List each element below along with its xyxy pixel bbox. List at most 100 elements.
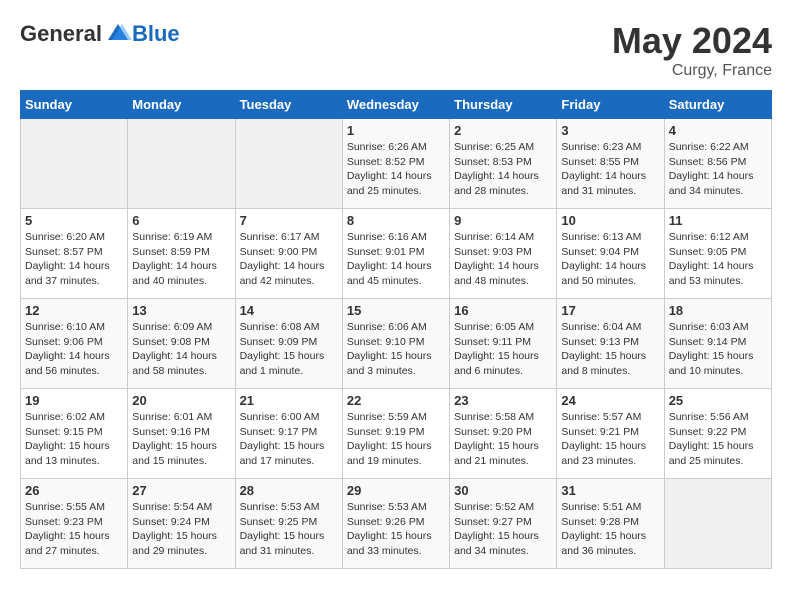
calendar-cell: 17 Sunrise: 6:04 AM Sunset: 9:13 PM Dayli…: [557, 299, 664, 389]
calendar-cell: 23 Sunrise: 5:58 AM Sunset: 9:20 PM Dayli…: [450, 389, 557, 479]
day-number: 13: [132, 303, 230, 318]
month-title: May 2024: [612, 20, 772, 62]
day-info: Sunrise: 6:00 AM Sunset: 9:17 PM Dayligh…: [240, 410, 338, 469]
day-number: 17: [561, 303, 659, 318]
calendar-cell: 7Sunrise: 6:17 AM Sunset: 9:00 PM Daylig…: [235, 209, 342, 299]
day-number: 9: [454, 213, 552, 228]
calendar-cell: [128, 119, 235, 209]
day-number: 12: [25, 303, 123, 318]
calendar-week-row: 1 Sunrise: 6:26 AM Sunset: 8:52 PM Daylig…: [21, 119, 772, 209]
calendar-cell: 4 Sunrise: 6:22 AM Sunset: 8:56 PM Daylig…: [664, 119, 771, 209]
calendar-cell: 9 Sunrise: 6:14 AM Sunset: 9:03 PM Daylig…: [450, 209, 557, 299]
logo: General Blue: [20, 20, 180, 48]
logo-icon: [104, 20, 132, 48]
page-header: General Blue May 2024 Curgy, France: [20, 20, 772, 80]
day-info: Sunrise: 6:19 AM Sunset: 8:59 PM Dayligh…: [132, 230, 230, 289]
day-info: Sunrise: 6:05 AM Sunset: 9:11 PM Dayligh…: [454, 320, 552, 379]
calendar-cell: 6 Sunrise: 6:19 AM Sunset: 8:59 PM Daylig…: [128, 209, 235, 299]
day-number: 15: [347, 303, 445, 318]
calendar-cell: 5 Sunrise: 6:20 AM Sunset: 8:57 PM Daylig…: [21, 209, 128, 299]
day-number: 23: [454, 393, 552, 408]
day-info: Sunrise: 6:26 AM Sunset: 8:52 PM Dayligh…: [347, 140, 445, 199]
day-header-friday: Friday: [557, 91, 664, 119]
day-info: Sunrise: 6:03 AM Sunset: 9:14 PM Dayligh…: [669, 320, 767, 379]
calendar-cell: 19 Sunrise: 6:02 AM Sunset: 9:15 PM Dayli…: [21, 389, 128, 479]
day-header-saturday: Saturday: [664, 91, 771, 119]
day-number: 5: [25, 213, 123, 228]
calendar-cell: 20Sunrise: 6:01 AM Sunset: 9:16 PM Dayli…: [128, 389, 235, 479]
calendar-cell: 28Sunrise: 5:53 AM Sunset: 9:25 PM Dayli…: [235, 479, 342, 569]
day-info: Sunrise: 6:16 AM Sunset: 9:01 PM Dayligh…: [347, 230, 445, 289]
day-header-sunday: Sunday: [21, 91, 128, 119]
calendar-cell: 1 Sunrise: 6:26 AM Sunset: 8:52 PM Daylig…: [342, 119, 449, 209]
day-info: Sunrise: 6:20 AM Sunset: 8:57 PM Dayligh…: [25, 230, 123, 289]
calendar-cell: 10Sunrise: 6:13 AM Sunset: 9:04 PM Dayli…: [557, 209, 664, 299]
day-header-tuesday: Tuesday: [235, 91, 342, 119]
day-info: Sunrise: 5:54 AM Sunset: 9:24 PM Dayligh…: [132, 500, 230, 559]
day-number: 29: [347, 483, 445, 498]
calendar-cell: 12 Sunrise: 6:10 AM Sunset: 9:06 PM Dayli…: [21, 299, 128, 389]
calendar-cell: 30Sunrise: 5:52 AM Sunset: 9:27 PM Dayli…: [450, 479, 557, 569]
calendar-week-row: 12 Sunrise: 6:10 AM Sunset: 9:06 PM Dayli…: [21, 299, 772, 389]
day-number: 20: [132, 393, 230, 408]
day-info: Sunrise: 6:22 AM Sunset: 8:56 PM Dayligh…: [669, 140, 767, 199]
calendar-week-row: 5 Sunrise: 6:20 AM Sunset: 8:57 PM Daylig…: [21, 209, 772, 299]
calendar-cell: 11Sunrise: 6:12 AM Sunset: 9:05 PM Dayli…: [664, 209, 771, 299]
calendar-cell: 26Sunrise: 5:55 AM Sunset: 9:23 PM Dayli…: [21, 479, 128, 569]
day-number: 25: [669, 393, 767, 408]
day-number: 19: [25, 393, 123, 408]
day-info: Sunrise: 5:59 AM Sunset: 9:19 PM Dayligh…: [347, 410, 445, 469]
logo-blue-text: Blue: [132, 21, 180, 47]
calendar-week-row: 19 Sunrise: 6:02 AM Sunset: 9:15 PM Dayli…: [21, 389, 772, 479]
calendar-cell: 22 Sunrise: 5:59 AM Sunset: 9:19 PM Dayli…: [342, 389, 449, 479]
day-info: Sunrise: 6:12 AM Sunset: 9:05 PM Dayligh…: [669, 230, 767, 289]
day-number: 6: [132, 213, 230, 228]
day-info: Sunrise: 6:25 AM Sunset: 8:53 PM Dayligh…: [454, 140, 552, 199]
day-number: 24: [561, 393, 659, 408]
day-number: 18: [669, 303, 767, 318]
calendar-cell: [21, 119, 128, 209]
calendar-cell: 21 Sunrise: 6:00 AM Sunset: 9:17 PM Dayli…: [235, 389, 342, 479]
day-number: 26: [25, 483, 123, 498]
day-info: Sunrise: 6:10 AM Sunset: 9:06 PM Dayligh…: [25, 320, 123, 379]
day-number: 4: [669, 123, 767, 138]
day-info: Sunrise: 5:57 AM Sunset: 9:21 PM Dayligh…: [561, 410, 659, 469]
day-info: Sunrise: 5:53 AM Sunset: 9:26 PM Dayligh…: [347, 500, 445, 559]
day-number: 3: [561, 123, 659, 138]
day-number: 1: [347, 123, 445, 138]
days-header-row: SundayMondayTuesdayWednesdayThursdayFrid…: [21, 91, 772, 119]
day-info: Sunrise: 6:09 AM Sunset: 9:08 PM Dayligh…: [132, 320, 230, 379]
calendar-cell: 8 Sunrise: 6:16 AM Sunset: 9:01 PM Daylig…: [342, 209, 449, 299]
calendar-cell: 31Sunrise: 5:51 AM Sunset: 9:28 PM Dayli…: [557, 479, 664, 569]
day-number: 22: [347, 393, 445, 408]
calendar-cell: 16 Sunrise: 6:05 AM Sunset: 9:11 PM Dayli…: [450, 299, 557, 389]
calendar-cell: [235, 119, 342, 209]
day-header-thursday: Thursday: [450, 91, 557, 119]
day-number: 10: [561, 213, 659, 228]
day-number: 27: [132, 483, 230, 498]
day-info: Sunrise: 6:02 AM Sunset: 9:15 PM Dayligh…: [25, 410, 123, 469]
day-info: Sunrise: 6:23 AM Sunset: 8:55 PM Dayligh…: [561, 140, 659, 199]
day-number: 2: [454, 123, 552, 138]
logo-general-text: General: [20, 21, 102, 47]
calendar-cell: 24 Sunrise: 5:57 AM Sunset: 9:21 PM Dayli…: [557, 389, 664, 479]
day-info: Sunrise: 6:14 AM Sunset: 9:03 PM Dayligh…: [454, 230, 552, 289]
day-info: Sunrise: 6:08 AM Sunset: 9:09 PM Dayligh…: [240, 320, 338, 379]
day-number: 8: [347, 213, 445, 228]
day-info: Sunrise: 5:51 AM Sunset: 9:28 PM Dayligh…: [561, 500, 659, 559]
day-number: 14: [240, 303, 338, 318]
calendar-week-row: 26Sunrise: 5:55 AM Sunset: 9:23 PM Dayli…: [21, 479, 772, 569]
day-info: Sunrise: 5:56 AM Sunset: 9:22 PM Dayligh…: [669, 410, 767, 469]
calendar-cell: 25 Sunrise: 5:56 AM Sunset: 9:22 PM Dayli…: [664, 389, 771, 479]
day-number: 21: [240, 393, 338, 408]
day-info: Sunrise: 6:17 AM Sunset: 9:00 PM Dayligh…: [240, 230, 338, 289]
day-number: 16: [454, 303, 552, 318]
calendar-cell: [664, 479, 771, 569]
location-text: Curgy, France: [612, 62, 772, 80]
calendar-cell: 3 Sunrise: 6:23 AM Sunset: 8:55 PM Daylig…: [557, 119, 664, 209]
calendar-cell: 13 Sunrise: 6:09 AM Sunset: 9:08 PM Dayli…: [128, 299, 235, 389]
calendar-table: SundayMondayTuesdayWednesdayThursdayFrid…: [20, 90, 772, 569]
day-info: Sunrise: 6:04 AM Sunset: 9:13 PM Dayligh…: [561, 320, 659, 379]
day-info: Sunrise: 5:58 AM Sunset: 9:20 PM Dayligh…: [454, 410, 552, 469]
day-number: 30: [454, 483, 552, 498]
